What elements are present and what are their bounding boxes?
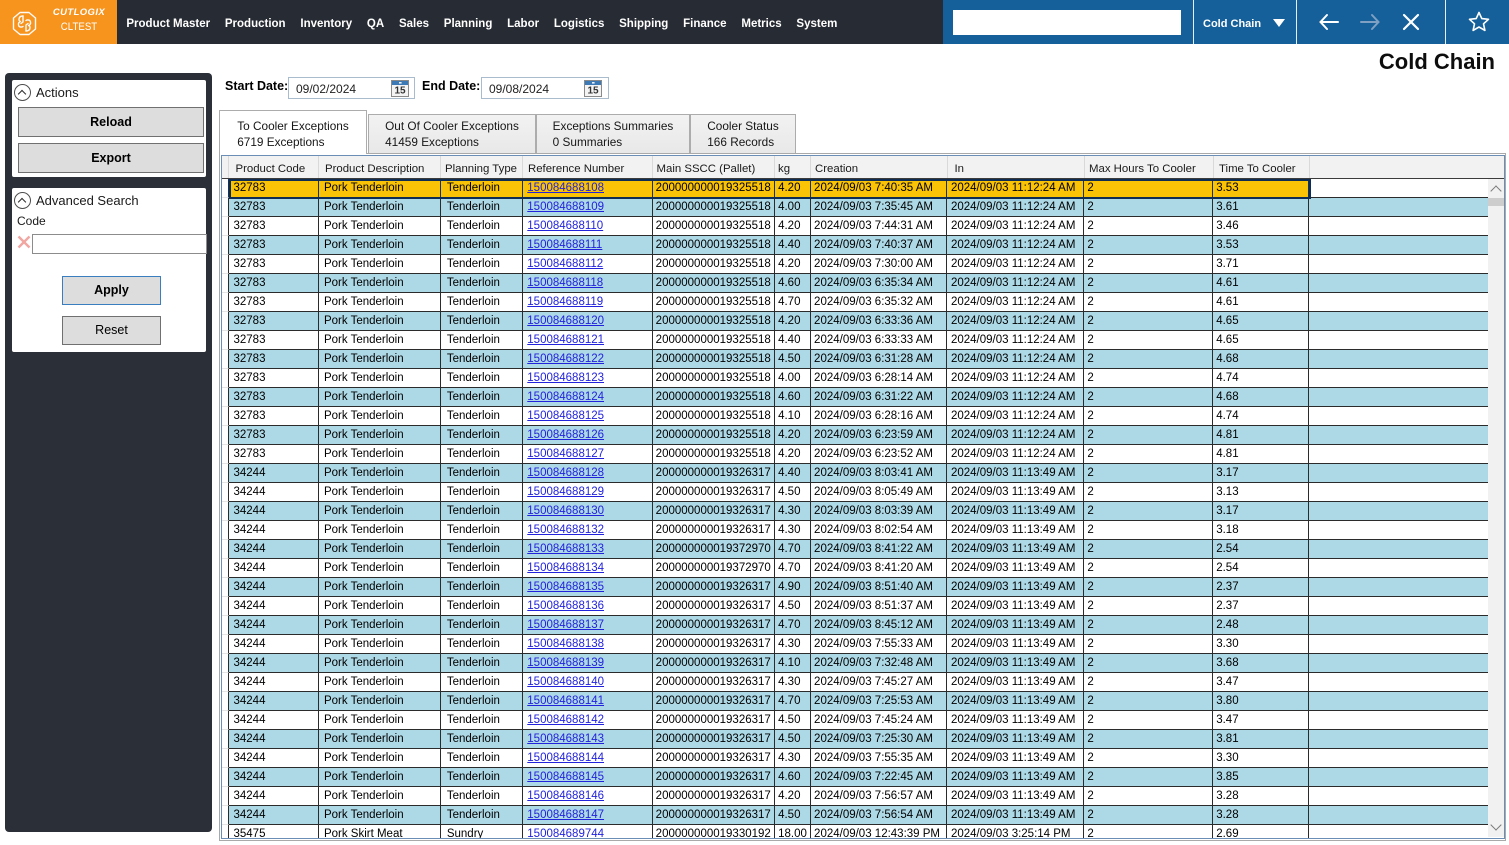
svg-text:15: 15 (394, 86, 406, 97)
svg-text:15: 15 (587, 86, 599, 97)
